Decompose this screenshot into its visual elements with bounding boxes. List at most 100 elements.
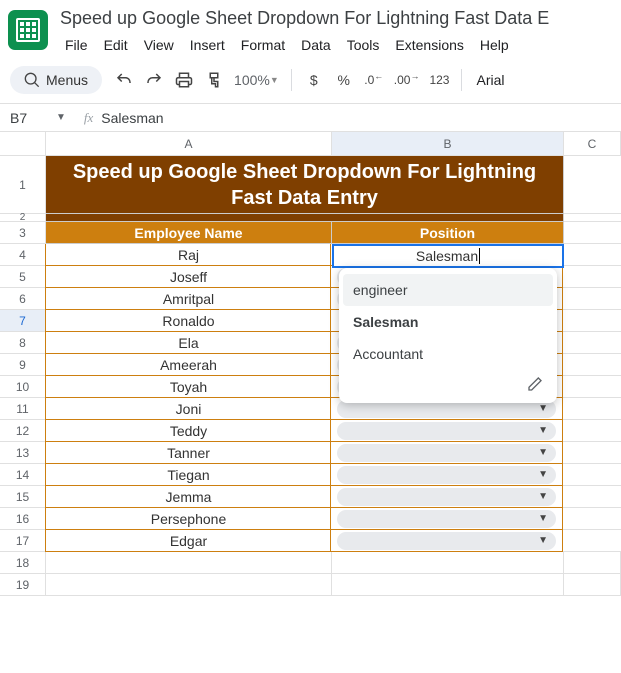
- cell-name[interactable]: Joseff: [45, 266, 331, 288]
- menu-help[interactable]: Help: [473, 33, 516, 57]
- cell[interactable]: [332, 552, 564, 574]
- cell-name[interactable]: Tanner: [45, 442, 331, 464]
- row-header[interactable]: 1: [0, 156, 46, 214]
- cell[interactable]: [564, 156, 621, 214]
- cell-name[interactable]: Ronaldo: [45, 310, 331, 332]
- cell-name[interactable]: Edgar: [45, 530, 331, 552]
- cell[interactable]: [563, 442, 621, 464]
- cell[interactable]: [563, 310, 621, 332]
- dropdown-chip[interactable]: ▼: [337, 532, 556, 550]
- row-header[interactable]: 16: [0, 508, 46, 530]
- cell[interactable]: [564, 214, 621, 222]
- cell-name[interactable]: Joni: [45, 398, 331, 420]
- cell[interactable]: [563, 508, 621, 530]
- cell-name[interactable]: Raj: [45, 244, 331, 266]
- row-header[interactable]: 14: [0, 464, 46, 486]
- cell[interactable]: [46, 552, 332, 574]
- cell-name[interactable]: Amritpal: [45, 288, 331, 310]
- row-header[interactable]: 3: [0, 222, 46, 244]
- row-header[interactable]: 17: [0, 530, 46, 552]
- cell[interactable]: [563, 530, 621, 552]
- menu-format[interactable]: Format: [234, 33, 292, 57]
- cell[interactable]: [46, 214, 564, 222]
- col-header-a[interactable]: A: [46, 132, 332, 155]
- sheets-logo[interactable]: [8, 10, 48, 50]
- cell[interactable]: [564, 552, 621, 574]
- cell-name[interactable]: Toyah: [45, 376, 331, 398]
- cell-position[interactable]: ▼: [331, 530, 563, 552]
- row-header[interactable]: 4: [0, 244, 46, 266]
- row-header[interactable]: 13: [0, 442, 46, 464]
- currency-button[interactable]: $: [300, 65, 328, 95]
- document-title[interactable]: Speed up Google Sheet Dropdown For Light…: [58, 6, 613, 31]
- row-header[interactable]: 7: [0, 310, 46, 332]
- cell[interactable]: [563, 486, 621, 508]
- dropdown-chip[interactable]: ▼: [337, 422, 556, 440]
- name-box[interactable]: B7: [0, 110, 50, 126]
- menu-data[interactable]: Data: [294, 33, 338, 57]
- row-header[interactable]: 5: [0, 266, 46, 288]
- select-all-corner[interactable]: [0, 132, 46, 155]
- cell[interactable]: [564, 574, 621, 596]
- cell-name[interactable]: Teddy: [45, 420, 331, 442]
- cell-name[interactable]: Persephone: [45, 508, 331, 530]
- undo-button[interactable]: [110, 65, 138, 95]
- cell[interactable]: [563, 288, 621, 310]
- cell[interactable]: [563, 332, 621, 354]
- redo-button[interactable]: [140, 65, 168, 95]
- cell-position[interactable]: ▼: [331, 464, 563, 486]
- cell-name[interactable]: Jemma: [45, 486, 331, 508]
- zoom-select[interactable]: 100% ▼: [230, 65, 283, 95]
- cell-name[interactable]: Tiegan: [45, 464, 331, 486]
- cell[interactable]: [563, 266, 621, 288]
- cell-position[interactable]: ▼: [331, 508, 563, 530]
- header-name[interactable]: Employee Name: [46, 222, 332, 244]
- dropdown-chip[interactable]: ▼: [337, 466, 556, 484]
- cell-position[interactable]: ▼: [331, 420, 563, 442]
- row-header[interactable]: 15: [0, 486, 46, 508]
- menu-edit[interactable]: Edit: [97, 33, 135, 57]
- row-header[interactable]: 9: [0, 354, 46, 376]
- active-cell-editor[interactable]: Salesman: [332, 244, 564, 268]
- menu-view[interactable]: View: [137, 33, 181, 57]
- dropdown-chip[interactable]: ▼: [337, 488, 556, 506]
- menu-extensions[interactable]: Extensions: [388, 33, 470, 57]
- menu-insert[interactable]: Insert: [183, 33, 232, 57]
- increase-decimal-button[interactable]: .00→: [390, 65, 424, 95]
- row-header[interactable]: 6: [0, 288, 46, 310]
- cell[interactable]: [563, 398, 621, 420]
- cell[interactable]: [563, 244, 621, 266]
- menu-tools[interactable]: Tools: [340, 33, 387, 57]
- dropdown-edit-button[interactable]: [339, 370, 557, 397]
- dropdown-chip[interactable]: ▼: [337, 444, 556, 462]
- percent-button[interactable]: %: [330, 65, 358, 95]
- dropdown-chip[interactable]: ▼: [337, 510, 556, 528]
- cell[interactable]: [563, 420, 621, 442]
- decrease-decimal-button[interactable]: .0←: [360, 65, 388, 95]
- name-box-dropdown-icon[interactable]: ▼: [50, 112, 84, 123]
- menu-file[interactable]: File: [58, 33, 95, 57]
- dropdown-option[interactable]: Accountant: [339, 338, 557, 370]
- cell-position[interactable]: ▼: [331, 442, 563, 464]
- row-header[interactable]: 8: [0, 332, 46, 354]
- row-header[interactable]: 10: [0, 376, 46, 398]
- row-header[interactable]: 12: [0, 420, 46, 442]
- col-header-b[interactable]: B: [332, 132, 564, 155]
- cell-name[interactable]: Ela: [45, 332, 331, 354]
- cell[interactable]: [332, 574, 564, 596]
- cell-name[interactable]: Ameerah: [45, 354, 331, 376]
- row-header[interactable]: 11: [0, 398, 46, 420]
- cell[interactable]: [563, 464, 621, 486]
- cell[interactable]: [563, 376, 621, 398]
- font-select[interactable]: Arial: [476, 72, 504, 88]
- cell[interactable]: [563, 354, 621, 376]
- row-header[interactable]: 2: [0, 214, 46, 222]
- col-header-c[interactable]: C: [564, 132, 621, 155]
- row-header[interactable]: 18: [0, 552, 46, 574]
- dropdown-option[interactable]: engineer: [343, 274, 553, 306]
- print-button[interactable]: [170, 65, 198, 95]
- menus-search-button[interactable]: Menus: [10, 66, 102, 94]
- header-position[interactable]: Position: [332, 222, 564, 244]
- cell[interactable]: [46, 574, 332, 596]
- title-cell[interactable]: Speed up Google Sheet Dropdown For Light…: [46, 156, 564, 214]
